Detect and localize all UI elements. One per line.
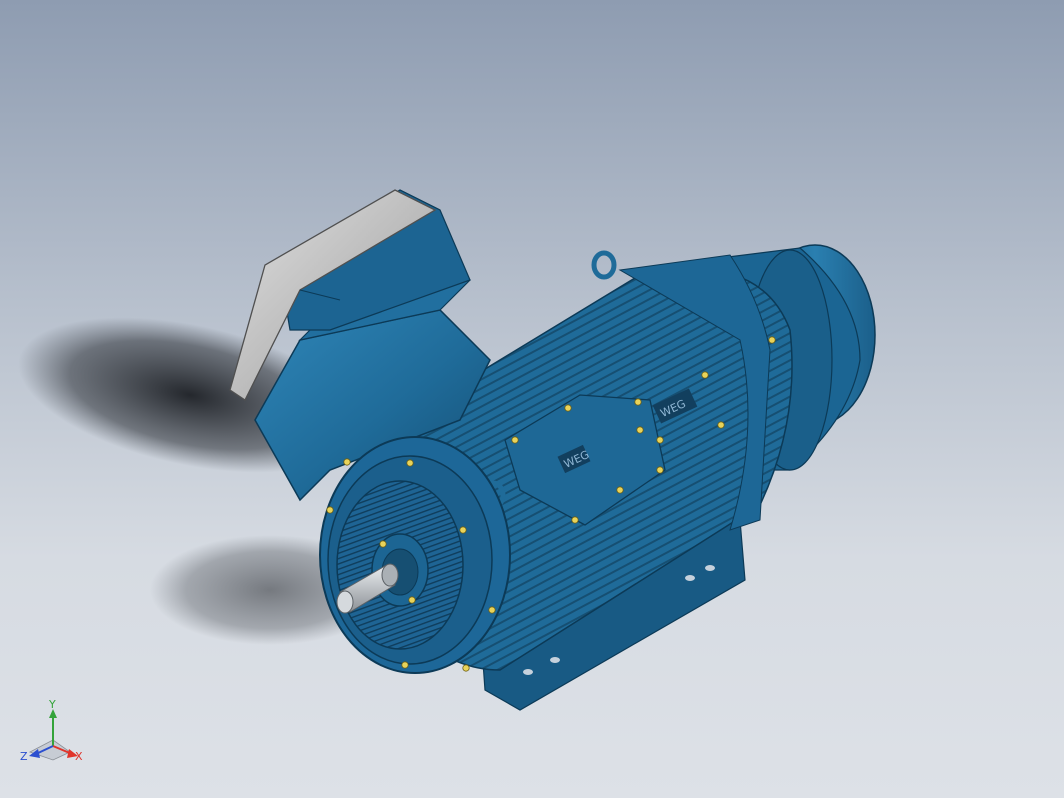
lifting-eye-top: [591, 250, 617, 280]
model-scene[interactable]: WEG WEG: [0, 0, 1064, 798]
graphics-viewport[interactable]: WEG WEG Y X Z: [0, 0, 1064, 798]
view-orientation-triad[interactable]: Y X Z: [18, 700, 88, 770]
triad-y-label: Y: [48, 700, 56, 711]
front-end-shield[interactable]: [319, 436, 511, 674]
triad-z-label: Z: [20, 750, 28, 763]
triad-x-label: X: [75, 750, 83, 763]
